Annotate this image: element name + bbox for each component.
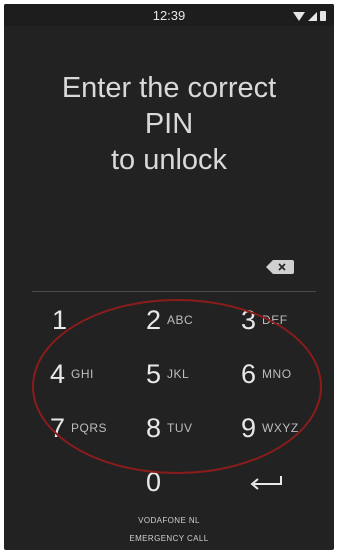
key-letters: GHI bbox=[71, 367, 94, 381]
key-digit: 3 bbox=[241, 305, 257, 335]
emergency-call-button[interactable]: EMERGENCY CALL bbox=[4, 534, 334, 543]
key-digit: 6 bbox=[241, 359, 257, 389]
prompt-line-3: to unlock bbox=[110, 144, 228, 176]
key-digit: 4 bbox=[50, 359, 66, 389]
lock-screen: 12:39 Enter the correct PIN to unlock 1 … bbox=[4, 4, 334, 550]
key-letters: PQRS bbox=[71, 421, 108, 435]
key-letters: TUV bbox=[167, 421, 193, 435]
key-5[interactable]: 5 JKL bbox=[146, 354, 246, 394]
status-bar: 12:39 bbox=[4, 4, 334, 26]
prompt-line-2: PIN bbox=[144, 108, 194, 140]
backspace-icon[interactable] bbox=[266, 260, 294, 274]
key-letters: DEF bbox=[262, 313, 288, 327]
key-digit: 1 bbox=[52, 305, 68, 335]
key-4[interactable]: 4 GHI bbox=[50, 354, 150, 394]
signal-icon bbox=[308, 12, 317, 21]
key-8[interactable]: 8 TUV bbox=[146, 408, 246, 448]
key-9[interactable]: 9 WXYZ bbox=[241, 408, 334, 448]
key-1[interactable]: 1 bbox=[52, 300, 152, 340]
key-7[interactable]: 7 PQRS bbox=[50, 408, 150, 448]
key-letters: WXYZ bbox=[262, 421, 299, 435]
key-digit: 0 bbox=[146, 467, 162, 497]
key-letters: ABC bbox=[167, 313, 194, 327]
key-digit: 2 bbox=[146, 305, 162, 335]
wifi-icon bbox=[293, 12, 305, 21]
pin-prompt: Enter the correct PIN to unlock bbox=[4, 70, 334, 178]
key-digit: 5 bbox=[146, 359, 162, 389]
key-digit: 8 bbox=[146, 413, 162, 443]
key-0[interactable]: 0 bbox=[146, 462, 186, 502]
carrier-label: VODAFONE NL bbox=[138, 516, 200, 525]
battery-icon bbox=[320, 11, 326, 21]
key-digit: 7 bbox=[50, 413, 66, 443]
key-letters: JKL bbox=[167, 367, 190, 381]
status-icons bbox=[293, 9, 326, 21]
enter-arrow-icon[interactable] bbox=[248, 472, 284, 494]
key-6[interactable]: 6 MNO bbox=[241, 354, 334, 394]
keypad-divider bbox=[32, 291, 316, 292]
key-digit: 9 bbox=[241, 413, 257, 443]
key-3[interactable]: 3 DEF bbox=[241, 300, 334, 340]
key-2[interactable]: 2 ABC bbox=[146, 300, 246, 340]
key-letters: MNO bbox=[262, 367, 292, 381]
status-time: 12:39 bbox=[152, 8, 186, 23]
prompt-line-1: Enter the correct bbox=[61, 72, 277, 104]
